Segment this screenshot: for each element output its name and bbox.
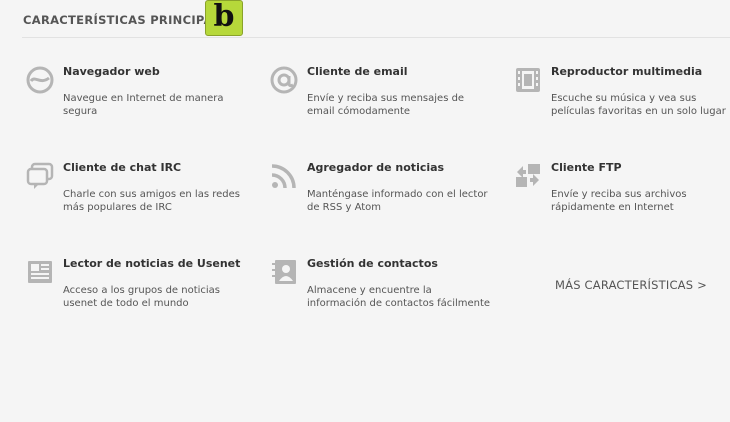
feature-title: Reproductor multimedia — [551, 65, 703, 78]
ftp-transfer-icon — [514, 162, 542, 190]
email-at-icon — [270, 66, 298, 94]
feature-title: Navegador web — [63, 65, 160, 78]
section-header: CARACTERÍSTICAS PRINCIPALES b — [22, 0, 730, 38]
rss-icon — [270, 162, 298, 190]
feature-title: Gestión de contactos — [307, 257, 438, 270]
logo-letter: b — [213, 0, 235, 34]
more-features-link[interactable]: MÁS CARACTERÍSTICAS > — [555, 278, 707, 292]
feature-title: Cliente FTP — [551, 161, 622, 174]
feature-description: Escuche su música y vea sus películas fa… — [551, 93, 726, 117]
feature-description: Envíe y reciba sus mensajes de email cóm… — [307, 93, 465, 117]
newspaper-icon — [26, 258, 54, 286]
feature-description: Navegue en Internet de manera segura — [63, 93, 224, 117]
feature-description: Charle con sus amigos en las redes más p… — [63, 189, 240, 213]
feature-description: Almacene y encuentre la información de c… — [307, 285, 491, 309]
feature-title: Agregador de noticias — [307, 161, 445, 174]
feature-description: Envíe y reciba sus archivos rápidamente … — [551, 189, 687, 213]
feature-description: Manténgase informado con el lector de RS… — [307, 189, 488, 213]
feature-title: Lector de noticias de Usenet — [63, 257, 241, 270]
chat-bubble-icon — [26, 162, 54, 190]
contacts-book-icon — [270, 258, 298, 286]
feature-title: Cliente de chat IRC — [63, 161, 182, 174]
feature-title: Cliente de email — [307, 65, 408, 78]
logo-badge: b — [205, 0, 243, 36]
feature-description: Acceso a los grupos de noticias usenet d… — [63, 285, 221, 309]
web-browser-icon — [26, 66, 54, 94]
film-icon — [514, 66, 542, 94]
